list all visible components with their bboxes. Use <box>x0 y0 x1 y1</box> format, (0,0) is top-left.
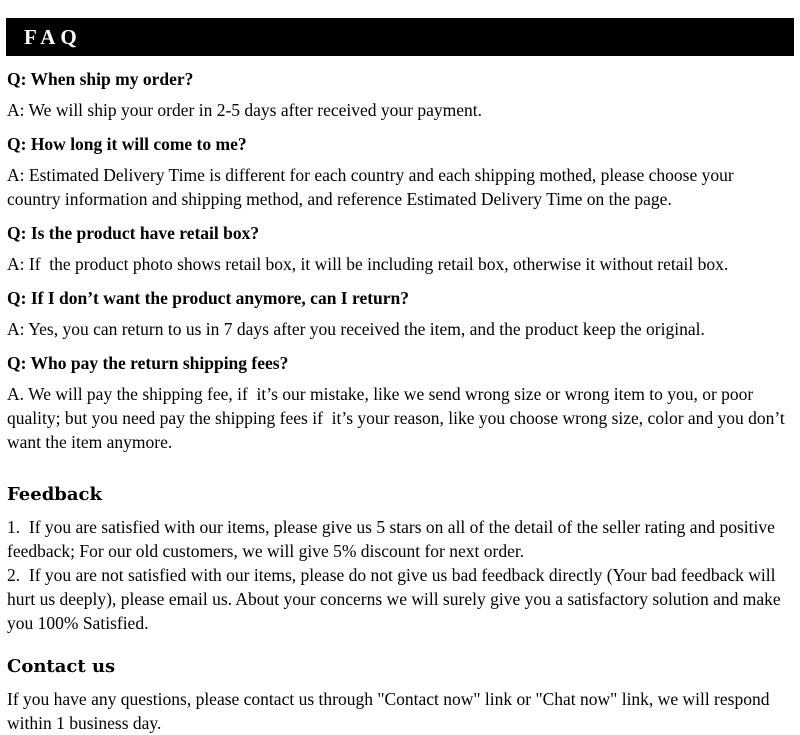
faq-item: Q: When ship my order? A: We will ship y… <box>7 68 787 122</box>
faq-answer: A. We will pay the shipping fee, if it’s… <box>7 384 790 452</box>
faq-answer: A: Estimated Delivery Time is different … <box>7 165 739 209</box>
feedback-item-2: 2. If you are not satisfied with our ite… <box>7 565 786 633</box>
page-title: FAQ <box>24 25 82 49</box>
faq-answer: A: Yes, you can return to us in 7 days a… <box>7 319 705 339</box>
contact-section: Contact us If you have any questions, pl… <box>7 656 787 735</box>
feedback-section: Feedback 1. If you are satisfied with ou… <box>7 484 787 635</box>
faq-item: Q: Is the product have retail box? A: If… <box>7 222 787 276</box>
faq-header-bar: FAQ <box>6 18 794 56</box>
feedback-item-1: 1. If you are satisfied with our items, … <box>7 517 780 561</box>
faq-question: Q: When ship my order? <box>7 69 194 89</box>
faq-item: Q: How long it will come to me? A: Estim… <box>7 133 787 211</box>
faq-answer: A: If the product photo shows retail box… <box>7 254 729 274</box>
contact-body: If you have any questions, please contac… <box>7 689 774 733</box>
faq-question: Q: If I don’t want the product anymore, … <box>7 288 410 308</box>
faq-item: Q: Who pay the return shipping fees? A. … <box>7 352 787 454</box>
faq-question: Q: Is the product have retail box? <box>7 223 260 243</box>
faq-content: Q: When ship my order? A: We will ship y… <box>7 68 787 735</box>
contact-heading: Contact us <box>7 656 116 677</box>
faq-answer: A: We will ship your order in 2-5 days a… <box>7 100 483 120</box>
feedback-heading: Feedback <box>7 484 102 505</box>
faq-item: Q: If I don’t want the product anymore, … <box>7 287 787 341</box>
faq-question: Q: How long it will come to me? <box>7 134 247 154</box>
faq-page: FAQ Q: When ship my order? A: We will sh… <box>0 0 800 733</box>
faq-question: Q: Who pay the return shipping fees? <box>7 353 289 373</box>
